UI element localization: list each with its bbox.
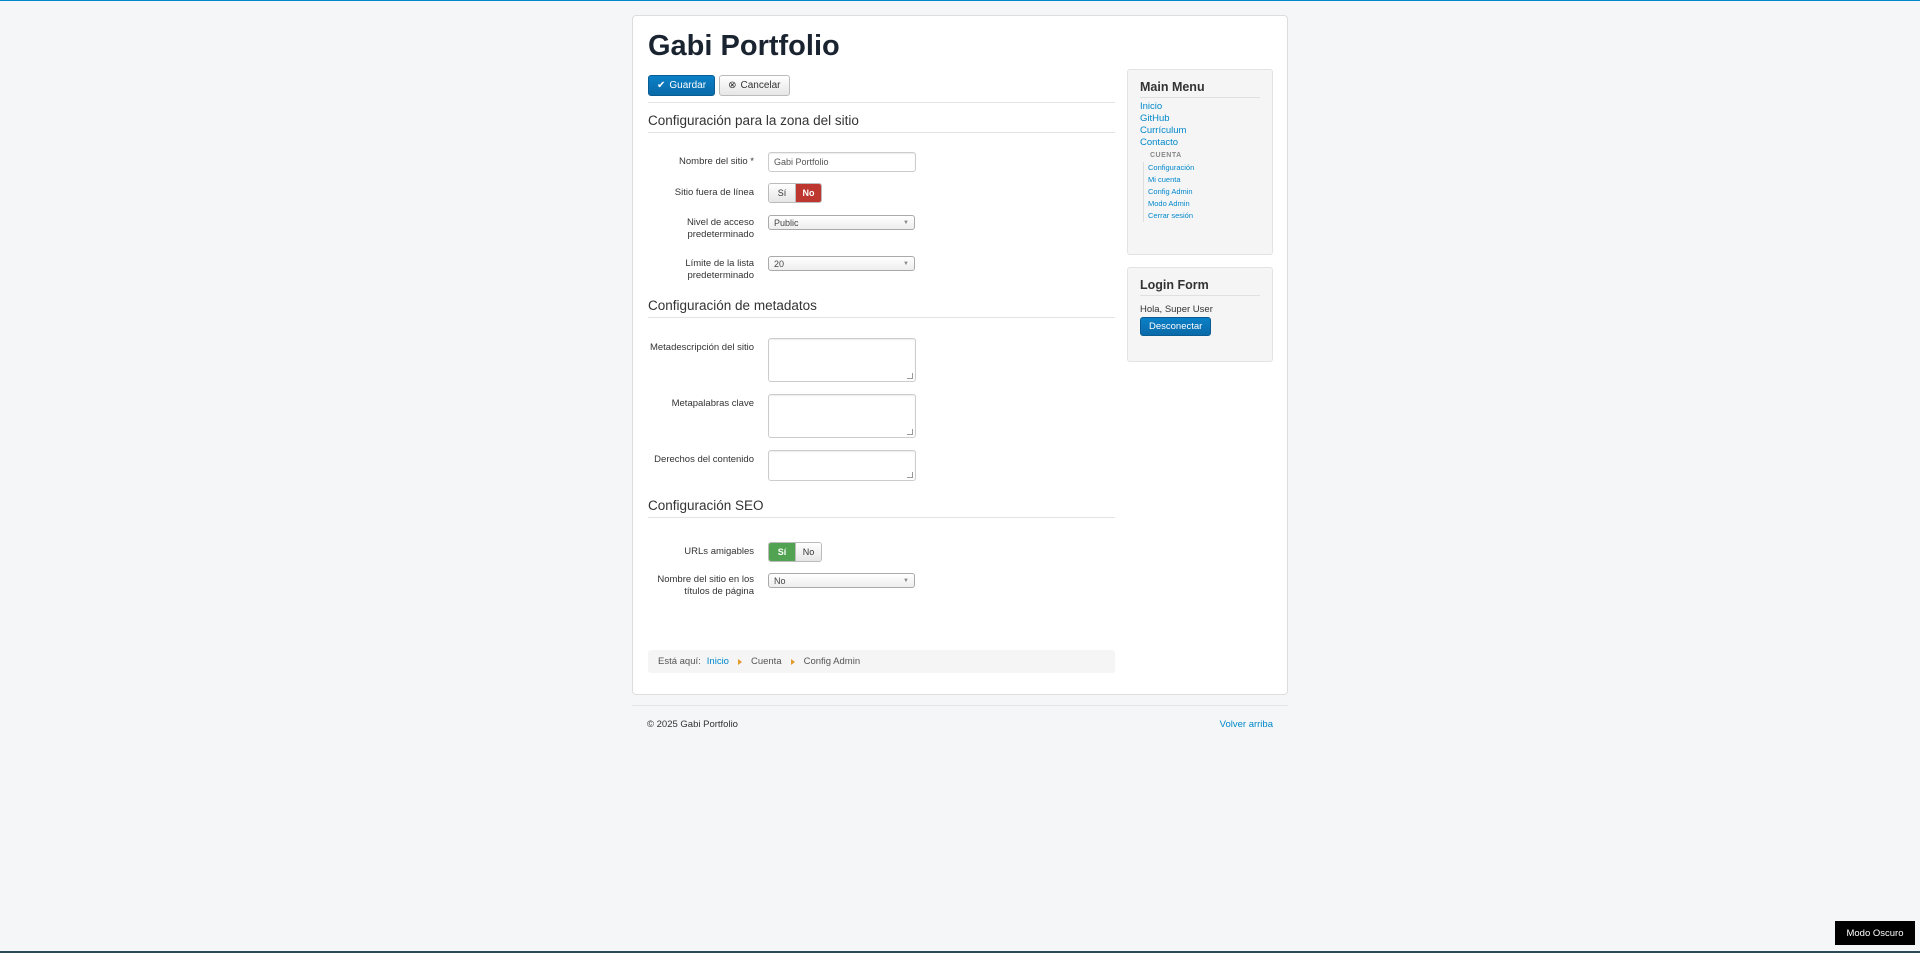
content-rights-textarea[interactable] xyxy=(768,450,916,481)
breadcrumb-item-inicio[interactable]: Inicio xyxy=(707,656,729,667)
sef-urls-row: URLs amigables Sí No xyxy=(648,542,1115,573)
list-limit-label-line2: predeterminado xyxy=(687,270,754,281)
toolbar: ✔ Guardar ⊗ Cancelar xyxy=(648,74,1115,96)
login-form-module: Login Form Hola, Super User Desconectar xyxy=(1127,267,1273,362)
dark-mode-button[interactable]: Modo Oscuro xyxy=(1835,921,1915,945)
access-level-select[interactable]: Public ▼ xyxy=(768,215,915,230)
breadcrumb-item-config-admin: Config Admin xyxy=(803,656,861,667)
sitename-in-title-value: No xyxy=(774,575,786,586)
page-card: Gabi Portfolio ✔ Guardar ⊗ Cancelar Conf… xyxy=(632,15,1288,695)
footer-copyright: © 2025 Gabi Portfolio xyxy=(647,719,738,730)
toolbar-divider xyxy=(648,102,1115,103)
chevron-down-icon: ▼ xyxy=(903,577,909,584)
menu-item-github[interactable]: GitHub xyxy=(1140,113,1260,125)
config-form: ✔ Guardar ⊗ Cancelar Configuración para … xyxy=(648,74,1115,615)
login-form-title: Login Form xyxy=(1140,278,1260,296)
sef-urls-toggle[interactable]: Sí No xyxy=(768,542,822,562)
access-level-label: Nivel de acceso predeterminado xyxy=(648,217,754,241)
section-title-seo: Configuración SEO xyxy=(648,498,1115,518)
back-to-top-link[interactable]: Volver arriba xyxy=(1220,719,1273,730)
breadcrumb-separator-icon xyxy=(790,658,795,665)
sef-yes-option[interactable]: Sí xyxy=(769,543,795,561)
access-level-value: Public xyxy=(774,217,799,228)
section-title-metadata: Configuración de metadatos xyxy=(648,298,1115,318)
list-limit-label-line1: Límite de la lista xyxy=(685,258,754,269)
sitename-in-title-label-line1: Nombre del sitio en los xyxy=(657,574,754,585)
meta-description-textarea[interactable] xyxy=(768,338,916,382)
menu-item-curriculum[interactable]: Currículum xyxy=(1140,125,1260,137)
site-name-label: Nombre del sitio * xyxy=(679,156,754,167)
page-title: Gabi Portfolio xyxy=(648,30,840,62)
list-limit-select[interactable]: 20 ▼ xyxy=(768,256,915,271)
circle-x-icon: ⊗ xyxy=(728,79,737,91)
offline-row: Sitio fuera de línea Sí No xyxy=(648,183,1115,214)
site-name-input[interactable]: Gabi Portfolio xyxy=(768,152,916,172)
save-button-label: Guardar xyxy=(669,79,707,91)
menu-item-contacto[interactable]: Contacto xyxy=(1140,137,1260,149)
list-limit-label: Límite de la lista predeterminado xyxy=(648,258,754,282)
meta-keywords-textarea[interactable] xyxy=(768,394,916,438)
access-level-row: Nivel de acceso predeterminado Public ▼ xyxy=(648,214,1115,256)
sitename-in-title-select[interactable]: No ▼ xyxy=(768,573,915,588)
access-level-label-line2: predeterminado xyxy=(687,229,754,240)
offline-yes-option[interactable]: Sí xyxy=(769,184,795,202)
cancel-button[interactable]: ⊗ Cancelar xyxy=(719,74,790,96)
access-level-label-line1: Nivel de acceso xyxy=(686,217,754,228)
list-limit-row: Límite de la lista predeterminado 20 ▼ xyxy=(648,256,1115,298)
offline-no-option[interactable]: No xyxy=(795,184,821,202)
menu-submenu-cuenta: Configuración Mi cuenta Config Admin Mod… xyxy=(1143,162,1260,222)
offline-toggle[interactable]: Sí No xyxy=(768,183,822,203)
offline-label: Sitio fuera de línea xyxy=(674,187,754,198)
main-menu-title: Main Menu xyxy=(1140,80,1260,98)
menu-subheader-cuenta: CUENTA xyxy=(1150,152,1182,159)
list-limit-value: 20 xyxy=(774,258,785,269)
save-button[interactable]: ✔ Guardar xyxy=(648,74,716,96)
login-greeting: Hola, Super User xyxy=(1140,304,1213,315)
logout-button[interactable]: Desconectar xyxy=(1140,317,1212,336)
meta-description-label: Metadescripción del sitio xyxy=(649,342,754,353)
sitename-in-title-row: Nombre del sitio en los títulos de págin… xyxy=(648,573,1115,615)
main-menu-module: Main Menu Inicio GitHub Currículum Conta… xyxy=(1127,69,1273,255)
breadcrumb: Está aquí: Inicio Cuenta Config Admin xyxy=(648,650,1115,673)
menu-item-inicio[interactable]: Inicio xyxy=(1140,101,1260,113)
content-rights-row: Derechos del contenido xyxy=(648,450,1115,490)
content-rights-label: Derechos del contenido xyxy=(654,454,754,465)
meta-keywords-row: Metapalabras clave xyxy=(648,394,1115,450)
check-icon: ✔ xyxy=(657,79,666,91)
cancel-button-label: Cancelar xyxy=(740,79,781,91)
section-title-site: Configuración para la zona del sitio xyxy=(648,113,1115,133)
meta-description-row: Metadescripción del sitio xyxy=(648,338,1115,394)
sitename-in-title-label: Nombre del sitio en los títulos de págin… xyxy=(648,574,754,598)
breadcrumb-item-cuenta: Cuenta xyxy=(750,656,782,667)
sef-urls-label: URLs amigables xyxy=(684,546,754,557)
sef-no-option[interactable]: No xyxy=(795,543,821,561)
breadcrumb-separator-icon xyxy=(737,658,742,665)
menu-item-cerrar-sesion[interactable]: Cerrar sesión xyxy=(1148,210,1260,222)
chevron-down-icon: ▼ xyxy=(903,260,909,267)
site-name-row: Nombre del sitio * Gabi Portfolio xyxy=(648,152,1115,183)
meta-keywords-label: Metapalabras clave xyxy=(671,398,754,409)
sitename-in-title-label-line2: títulos de página xyxy=(684,586,754,597)
footer-divider xyxy=(632,705,1288,706)
menu-item-configuracion[interactable]: Configuración xyxy=(1148,162,1260,174)
breadcrumb-prefix: Está aquí: xyxy=(658,656,701,667)
chevron-down-icon: ▼ xyxy=(903,219,909,226)
menu-item-modo-admin[interactable]: Modo Admin xyxy=(1148,198,1260,210)
menu-item-config-admin[interactable]: Config Admin xyxy=(1148,186,1260,198)
menu-item-mi-cuenta[interactable]: Mi cuenta xyxy=(1148,174,1260,186)
